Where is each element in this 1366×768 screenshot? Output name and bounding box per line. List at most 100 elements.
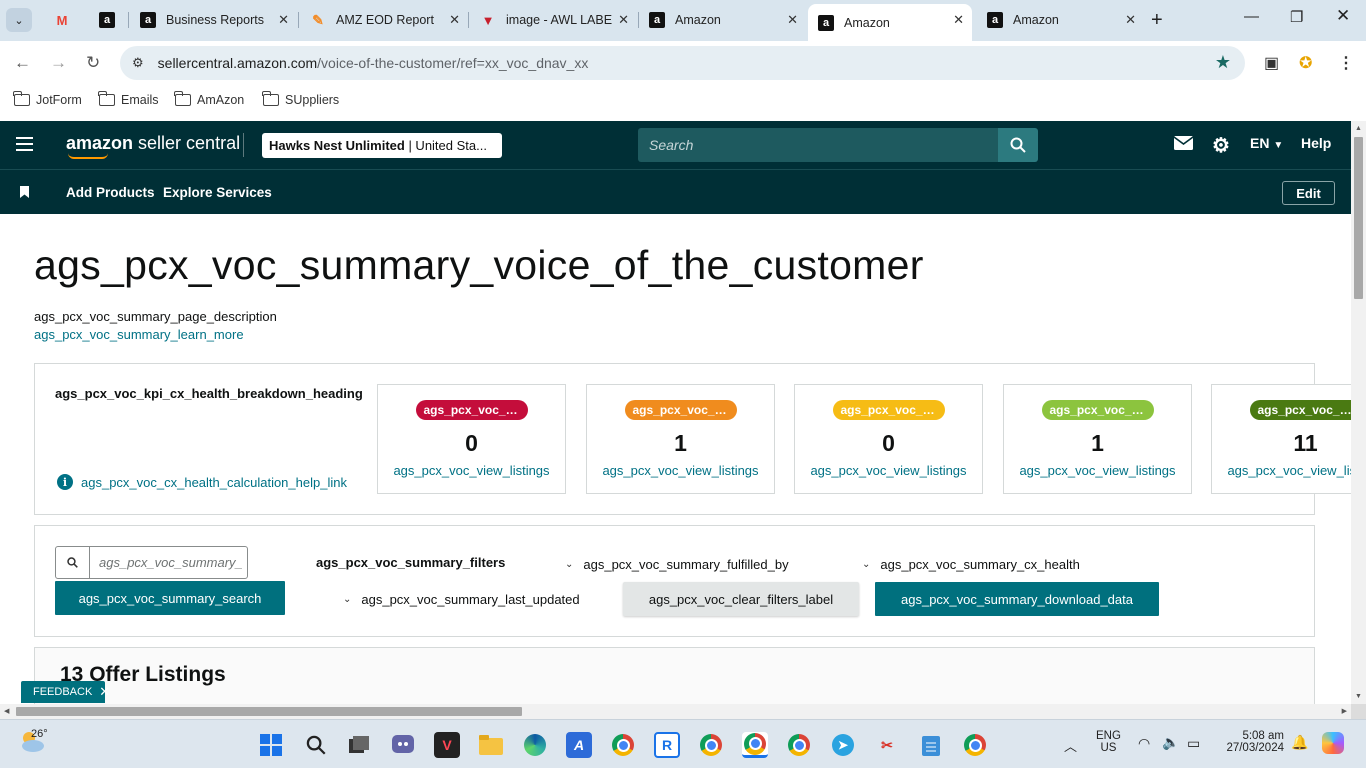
snipping-tool-icon[interactable]: ✂ (874, 732, 900, 758)
tab-amazon-pinned[interactable]: a (89, 5, 125, 35)
tab-amazon-active[interactable]: a Amazon ✕ (808, 4, 972, 41)
app-icon[interactable]: A (566, 732, 592, 758)
remote-app-icon[interactable]: R (654, 732, 680, 758)
battery-icon[interactable]: ▭ (1187, 735, 1200, 752)
bookmark-suppliers[interactable]: SUppliers (262, 91, 339, 107)
folder-icon (174, 91, 191, 106)
restore-icon[interactable]: ❐ (1290, 8, 1303, 26)
horizontal-scrollbar[interactable]: ◀ ▶ (0, 704, 1351, 719)
download-data-button[interactable]: ags_pcx_voc_summary_download_data (875, 582, 1159, 616)
bookmark-emails[interactable]: Emails (98, 91, 159, 107)
bookmark-star-icon[interactable]: ★ (1215, 52, 1231, 73)
show-hidden-icons[interactable]: ︿ (1064, 736, 1077, 755)
bookmark-pin-icon[interactable] (20, 185, 29, 203)
close-icon[interactable]: ✕ (278, 12, 289, 28)
scroll-down-icon[interactable]: ▼ (1355, 693, 1362, 700)
site-info-icon[interactable]: ⚙ (132, 55, 144, 71)
close-icon[interactable]: ✕ (449, 12, 460, 28)
chrome-profile-icon[interactable] (698, 732, 724, 758)
view-listings-link[interactable]: ags_pcx_voc_view_listings (795, 463, 982, 478)
help-link[interactable]: Help (1301, 135, 1331, 151)
scroll-right-icon[interactable]: ▶ (1342, 707, 1347, 715)
taskbar-search-icon[interactable] (303, 732, 329, 758)
close-icon[interactable]: ✕ (787, 12, 798, 28)
forward-arrow-icon[interactable]: → (50, 53, 67, 73)
valorant-icon[interactable]: V (434, 732, 460, 758)
address-bar[interactable]: ⚙ sellercentral.amazon.com/voice-of-the-… (120, 46, 1245, 80)
tab-amz-eod-report[interactable]: ✎ AMZ EOD Report ✕ (300, 5, 468, 35)
scroll-left-icon[interactable]: ◀ (4, 707, 9, 715)
nav-add-products[interactable]: Add Products (66, 185, 155, 200)
minimize-icon[interactable]: — (1244, 8, 1259, 25)
edit-nav-button[interactable]: Edit (1282, 181, 1335, 205)
listing-search-input[interactable] (91, 547, 246, 578)
window-close-icon[interactable]: ✕ (1336, 6, 1350, 26)
chrome-profile-icon[interactable] (786, 732, 812, 758)
clear-filters-button[interactable]: ags_pcx_voc_clear_filters_label (623, 582, 859, 616)
language-indicator[interactable]: ENG US (1096, 730, 1121, 754)
close-icon[interactable]: ✕ (99, 684, 110, 700)
tab-gmail[interactable]: M (44, 5, 80, 35)
header-search-input[interactable]: Search (638, 128, 998, 162)
language-selector[interactable]: EN ▼ (1250, 135, 1283, 151)
sidebar-icon[interactable]: ▣ (1264, 53, 1279, 73)
bookmark-amazon[interactable]: AmAzon (174, 91, 244, 107)
settings-gear-icon[interactable]: ⚙ (1212, 133, 1230, 158)
view-listings-link[interactable]: ags_pcx_voc_view_listings (1212, 463, 1351, 478)
feedback-tab[interactable]: FEEDBACK ✕ (21, 681, 110, 703)
tab-amazon-2[interactable]: a Amazon ✕ (977, 5, 1144, 35)
scroll-thumb[interactable] (1354, 137, 1363, 299)
seller-central-logo[interactable]: amazon seller central (66, 133, 240, 159)
clock[interactable]: 5:08 am 27/03/2024 (1220, 730, 1284, 754)
scroll-thumb[interactable] (16, 707, 522, 716)
vertical-scrollbar[interactable]: ▲ ▼ (1351, 121, 1366, 704)
close-icon[interactable]: ✕ (1125, 12, 1136, 28)
reload-icon[interactable]: ↻ (86, 53, 100, 73)
view-listings-link[interactable]: ags_pcx_voc_view_listings (1004, 463, 1191, 478)
chevron-down-icon: ⌄ (862, 559, 871, 570)
nav-explore-services[interactable]: Explore Services (163, 185, 272, 200)
back-arrow-icon[interactable]: ← (14, 53, 31, 73)
windows-start-icon[interactable] (258, 732, 284, 758)
more-menu-icon[interactable]: ⋮ (1338, 53, 1354, 73)
chrome-profile-icon[interactable] (962, 732, 988, 758)
tab-image-awl-label[interactable]: ▼ image - AWL LABE ✕ (470, 5, 637, 35)
learn-more-link[interactable]: ags_pcx_voc_summary_learn_more (34, 327, 244, 342)
tab-business-reports[interactable]: a Business Reports ✕ (130, 5, 297, 35)
notification-bell-icon[interactable]: 🔔 (1291, 734, 1308, 751)
scroll-up-icon[interactable]: ▲ (1355, 125, 1362, 132)
volume-icon[interactable]: 🔈 (1162, 734, 1179, 751)
chrome-active-icon[interactable] (742, 732, 768, 758)
kpi-count: 1 (674, 430, 687, 456)
chrome-icon[interactable] (610, 732, 636, 758)
task-view-icon[interactable] (346, 732, 372, 758)
search-button[interactable]: ags_pcx_voc_summary_search (55, 581, 285, 615)
fulfilled-by-dropdown[interactable]: ⌄ ags_pcx_voc_summary_fulfilled_by (565, 557, 789, 572)
weather-widget[interactable]: 26° (18, 728, 48, 759)
mail-icon[interactable] (1173, 136, 1194, 153)
close-icon[interactable]: ✕ (618, 12, 629, 28)
hamburger-menu-icon[interactable] (16, 137, 33, 155)
wifi-icon[interactable]: ◠ (1138, 735, 1150, 752)
close-icon[interactable]: ✕ (953, 12, 964, 28)
cx-health-help-link[interactable]: i ags_pcx_voc_cx_health_calculation_help… (57, 474, 347, 490)
extension-icon[interactable]: ✪ (1299, 53, 1312, 73)
copilot-icon[interactable] (1322, 732, 1344, 754)
view-listings-link[interactable]: ags_pcx_voc_view_listings (587, 463, 774, 478)
last-updated-dropdown[interactable]: ⌄ ags_pcx_voc_summary_last_updated (343, 592, 580, 607)
tab-search-chevron-icon[interactable]: ⌄ (6, 8, 32, 32)
notepad-icon[interactable] (918, 732, 944, 758)
view-listings-link[interactable]: ags_pcx_voc_view_listings (378, 463, 565, 478)
kpi-count: 0 (465, 430, 478, 456)
telegram-icon[interactable]: ➤ (830, 732, 856, 758)
new-tab-plus-icon[interactable]: + (1151, 9, 1163, 32)
bookmark-jotform[interactable]: JotForm (13, 91, 82, 107)
edge-icon[interactable] (522, 732, 548, 758)
header-search-button[interactable] (998, 128, 1038, 162)
cx-health-dropdown[interactable]: ⌄ ags_pcx_voc_summary_cx_health (862, 557, 1080, 572)
teams-chat-icon[interactable] (390, 732, 416, 758)
account-switcher[interactable]: Hawks Nest Unlimited | United Sta... (262, 133, 502, 158)
tab-label: Amazon (1013, 13, 1059, 27)
tab-amazon[interactable]: a Amazon ✕ (639, 5, 806, 35)
file-explorer-icon[interactable] (478, 732, 504, 758)
